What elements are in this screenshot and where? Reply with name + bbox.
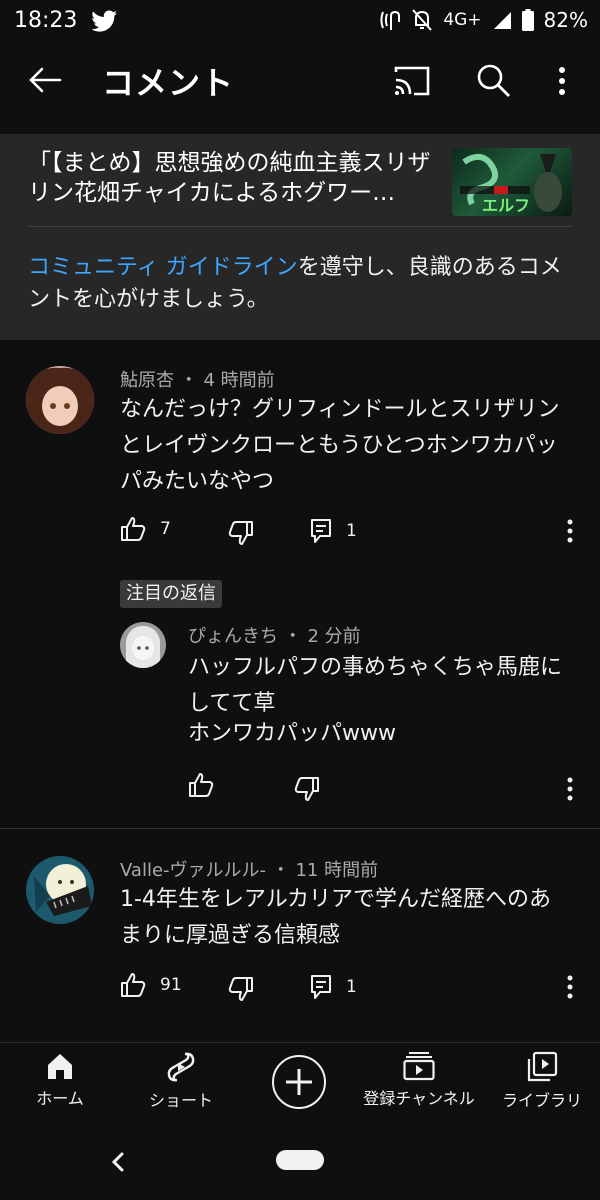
- shorts-icon: [167, 1052, 195, 1082]
- reply-item: ぴょんきち ・ 2 分前 ハッフルパフの事めちゃくちゃ馬鹿にしてて草 ホンワカパ…: [0, 620, 600, 820]
- reply-button[interactable]: 1: [310, 518, 357, 544]
- nav-library-label: ライブラリ: [501, 1091, 582, 1110]
- reply-dislike-button[interactable]: [294, 776, 320, 802]
- reply-icon: [311, 975, 331, 999]
- reply-text-line2: ホンワカパッパwww: [188, 721, 396, 746]
- home-icon: [48, 1054, 72, 1079]
- community-guideline-note: コミュニティ ガイドラインを遵守し、良識のあるコメントを心がけましょう。: [28, 252, 576, 316]
- app-bar: コメント: [0, 44, 600, 116]
- nav-home-label: ホーム: [36, 1089, 84, 1108]
- reply-button[interactable]: 1: [310, 974, 357, 1000]
- battery-icon: [521, 9, 534, 31]
- comment-time: 4 時間前: [203, 370, 275, 391]
- nav-library[interactable]: ライブラリ: [494, 1051, 590, 1111]
- nav-shorts-label: ショート: [148, 1091, 213, 1110]
- thumb-down-icon: [228, 521, 253, 545]
- comment-more-icon[interactable]: [562, 972, 578, 1002]
- like-count: 7: [160, 519, 171, 539]
- nav-shorts[interactable]: ショート: [136, 1051, 226, 1111]
- comment-more-icon[interactable]: [562, 516, 578, 546]
- dislike-button[interactable]: [228, 976, 254, 1002]
- more-vert-icon[interactable]: [548, 62, 576, 100]
- bottom-navigation: ホーム ショート 登録チャンネル ライブラリ: [0, 1042, 600, 1123]
- create-plus-icon[interactable]: [272, 1055, 326, 1109]
- system-back-icon[interactable]: [108, 1150, 128, 1174]
- comment-time: 11 時間前: [295, 860, 379, 881]
- avatar[interactable]: [120, 622, 166, 668]
- reply-time: 2 分前: [307, 626, 361, 647]
- reply-meta: ぴょんきち ・ 2 分前: [188, 626, 361, 647]
- video-title[interactable]: 「【まとめ】思想強めの純血主義スリザリン花畑チャイカによるホグワー…: [28, 148, 438, 208]
- nav-subscriptions[interactable]: 登録チャンネル: [358, 1051, 480, 1109]
- nav-home[interactable]: ホーム: [24, 1051, 96, 1109]
- reply-text-line1: ハッフルパフの事めちゃくちゃ馬鹿にしてて草: [188, 655, 563, 716]
- like-button[interactable]: 7: [120, 516, 171, 542]
- comment-author[interactable]: 鮎原杏: [120, 370, 174, 391]
- comment-divider: [0, 828, 600, 829]
- guideline-link[interactable]: コミュニティ ガイドライン: [28, 255, 298, 280]
- thumb-up-icon: [189, 773, 214, 797]
- comment-thread: Valle-ヴァルルル- ・ 11 時間前 1-4年生をレアルカリアで学んだ経歴…: [0, 840, 600, 1030]
- library-icon: [527, 1051, 558, 1082]
- reply-count: 1: [346, 521, 357, 541]
- video-thumbnail[interactable]: エルフ: [452, 148, 572, 216]
- card-divider: [28, 226, 572, 227]
- reply-author[interactable]: ぴょんきち: [188, 626, 278, 647]
- thumbnail-caption: エルフ: [482, 196, 531, 215]
- thumb-up-icon: [121, 973, 146, 997]
- mute-icon: [411, 8, 433, 32]
- featured-reply-label: 注目の返信: [120, 580, 222, 608]
- page-title: コメント: [102, 64, 235, 102]
- comment-meta: Valle-ヴァルルル- ・ 11 時間前: [120, 860, 379, 881]
- like-button[interactable]: 91: [120, 972, 182, 998]
- signal-icon: [492, 10, 512, 30]
- reply-count: 1: [346, 977, 357, 997]
- status-indicators: 4G+ 82%: [379, 8, 588, 32]
- network-type: 4G+: [443, 10, 482, 30]
- reply-icon: [311, 519, 331, 543]
- avatar[interactable]: [26, 366, 94, 434]
- like-count: 91: [160, 975, 182, 995]
- comment-text: なんだっけ？グリフィンドールとスリザリンとレイヴンクローともうひとつホンワカパッ…: [120, 397, 560, 494]
- nav-subscriptions-label: 登録チャンネル: [363, 1089, 475, 1108]
- thumb-down-icon: [228, 977, 253, 1001]
- thumb-up-icon: [121, 517, 146, 541]
- avatar[interactable]: [26, 856, 94, 924]
- dislike-button[interactable]: [228, 520, 254, 546]
- comment-meta: 鮎原杏 ・ 4 時間前: [120, 370, 275, 391]
- comment-author[interactable]: Valle-ヴァルルル-: [120, 860, 266, 881]
- system-navigation: [0, 1122, 600, 1200]
- reply-more-icon[interactable]: [562, 774, 578, 804]
- system-home-pill[interactable]: [276, 1150, 324, 1170]
- thumb-down-icon: [294, 777, 319, 801]
- reply-like-button[interactable]: [188, 772, 214, 798]
- battery-level: 82%: [543, 8, 588, 32]
- nfc-icon: [379, 8, 401, 32]
- video-card: 「【まとめ】思想強めの純血主義スリザリン花畑チャイカによるホグワー… エルフ コ…: [0, 134, 600, 340]
- subscriptions-icon: [403, 1052, 435, 1081]
- status-bar: 18:23 4G+ 82%: [0, 0, 600, 44]
- search-icon[interactable]: [474, 62, 514, 100]
- status-time: 18:23: [14, 8, 78, 33]
- twitter-icon: [91, 10, 118, 32]
- comment-text: 1-4年生をレアルカリアで学んだ経歴へのあまりに厚過ぎる信頼感: [120, 887, 552, 948]
- back-arrow-icon[interactable]: [24, 62, 68, 98]
- cast-icon[interactable]: [392, 64, 432, 98]
